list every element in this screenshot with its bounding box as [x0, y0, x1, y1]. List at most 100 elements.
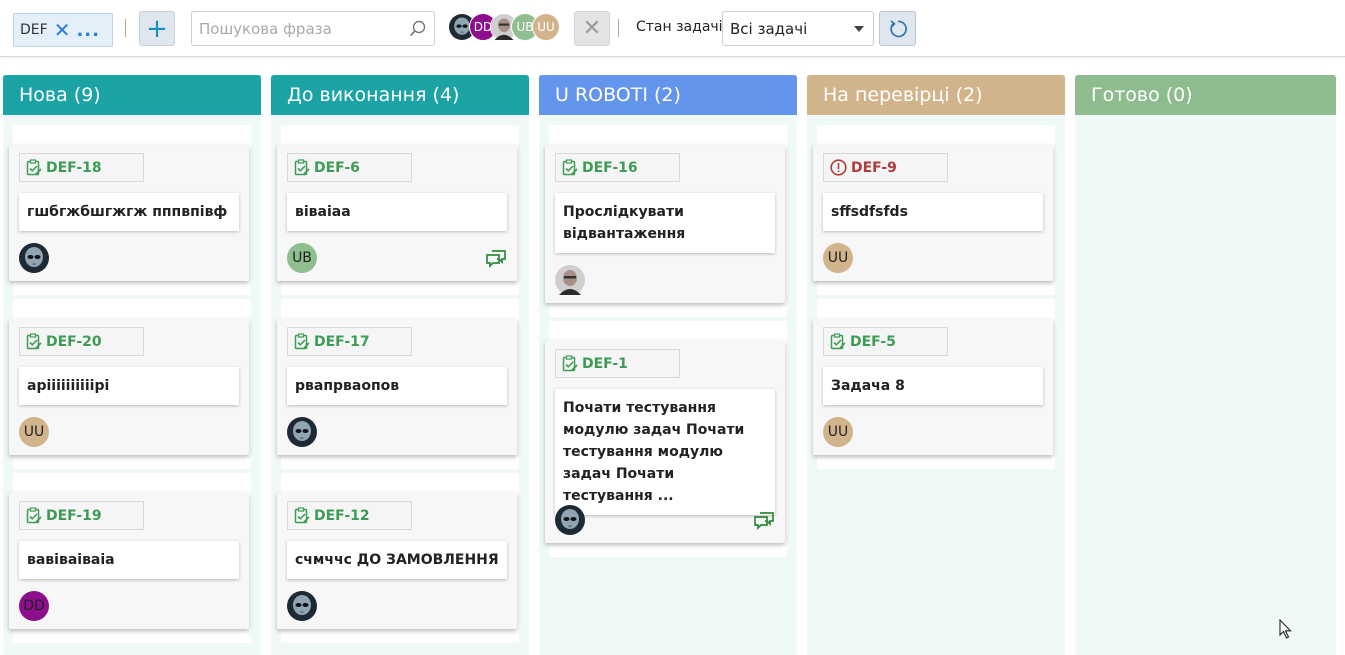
- task-title[interactable]: счмччс ДО ЗАМОВЛЕННЯ: [287, 541, 507, 579]
- refresh-icon: [889, 19, 907, 37]
- task-key[interactable]: DEF-6: [287, 153, 412, 182]
- task-card[interactable]: DEF-12 счмччс ДО ЗАМОВЛЕННЯ: [277, 493, 517, 629]
- task-title[interactable]: аріііііііііірі: [19, 367, 239, 405]
- task-key[interactable]: DEF-9: [823, 153, 948, 182]
- avatar-initials: UB: [292, 250, 312, 266]
- comments-icon[interactable]: [485, 249, 507, 269]
- board-column: Готово (0): [1075, 75, 1336, 655]
- task-key-label: DEF-6: [314, 159, 360, 176]
- task-key[interactable]: DEF-5: [823, 327, 948, 356]
- avatar[interactable]: [555, 265, 585, 295]
- task-card[interactable]: DEF-6 віваіаа UB: [277, 145, 517, 281]
- task-title[interactable]: рвапрваопов: [287, 367, 507, 405]
- search-box: [191, 11, 435, 46]
- task-key-label: DEF-5: [850, 333, 896, 350]
- refresh-button[interactable]: [879, 11, 916, 46]
- avatar-initials: DD: [23, 598, 45, 614]
- task-icon: [294, 333, 310, 350]
- task-icon: [26, 333, 42, 350]
- task-title[interactable]: Прослідкувати відвантаження: [555, 193, 775, 253]
- plus-icon: +: [146, 13, 168, 44]
- task-key-label: DEF-17: [314, 333, 370, 350]
- board-column: Нова (9) DEF-18 гшбгжбшгжгж пппвпівф DEF-20…: [3, 75, 261, 655]
- avatar-initials: UU: [23, 424, 45, 440]
- task-card[interactable]: DEF-18 гшбгжбшгжгж пппвпівф: [9, 145, 249, 281]
- task-key-label: DEF-16: [582, 159, 638, 176]
- task-title[interactable]: гшбгжбшгжгж пппвпівф: [19, 193, 239, 231]
- task-title[interactable]: Почати тестування модулю задач Почати те…: [555, 389, 775, 515]
- avatar[interactable]: [555, 505, 585, 535]
- task-title[interactable]: віваіаа: [287, 193, 507, 231]
- project-code: DEF: [20, 22, 48, 38]
- close-icon: ✕: [582, 16, 602, 41]
- mouse-cursor-icon: [1279, 619, 1292, 639]
- project-filter-chip[interactable]: DEF ✕ ...: [13, 13, 113, 47]
- add-task-button[interactable]: +: [139, 11, 175, 46]
- task-card[interactable]: DEF-19 вавіваіваіа DD: [9, 493, 249, 629]
- status-label: Стан задачі: [636, 19, 723, 35]
- divider: [618, 19, 619, 37]
- task-key-label: DEF-12: [314, 507, 370, 524]
- task-icon: [562, 355, 578, 372]
- task-card[interactable]: DEF-17 рвапрваопов: [277, 319, 517, 455]
- status-select-value: Всі задачі: [730, 19, 808, 38]
- task-key-label: DEF-1: [582, 355, 628, 372]
- task-key-label: DEF-20: [46, 333, 102, 350]
- comments-icon[interactable]: [753, 511, 775, 531]
- search-icon[interactable]: [408, 19, 428, 39]
- task-icon: [294, 159, 310, 176]
- task-card[interactable]: DEF-5 Задача 8 UU: [813, 319, 1053, 455]
- avatar[interactable]: [19, 243, 49, 273]
- avatar-initials: UU: [827, 250, 849, 266]
- avatar-initials: UU: [827, 424, 849, 440]
- task-key[interactable]: DEF-19: [19, 501, 144, 530]
- task-icon: [562, 159, 578, 176]
- task-key-label: DEF-18: [46, 159, 102, 176]
- column-header[interactable]: Готово (0): [1075, 75, 1336, 115]
- board-column: До виконання (4) DEF-6 віваіаа UB DEF-17 рвап…: [271, 75, 529, 655]
- alert-icon: [830, 159, 847, 176]
- avatar[interactable]: UB: [287, 243, 317, 273]
- status-select[interactable]: Всі задачі: [722, 11, 874, 46]
- task-key[interactable]: DEF-18: [19, 153, 144, 182]
- avatar[interactable]: UU: [823, 243, 853, 273]
- clear-filter-button[interactable]: ✕: [574, 11, 610, 46]
- column-header[interactable]: На перевірці (2): [807, 75, 1065, 115]
- task-key[interactable]: DEF-17: [287, 327, 412, 356]
- avatar[interactable]: DD: [19, 591, 49, 621]
- column-header[interactable]: Нова (9): [3, 75, 261, 115]
- more-projects[interactable]: ...: [76, 20, 100, 41]
- task-icon: [830, 333, 846, 350]
- task-icon: [26, 507, 42, 524]
- task-icon: [294, 507, 310, 524]
- divider: [125, 19, 126, 37]
- task-card[interactable]: DEF-1 Почати тестування модулю задач Поча…: [545, 341, 785, 543]
- column-header[interactable]: U ROBOTI (2): [539, 75, 797, 115]
- task-title[interactable]: sffsdfsfds: [823, 193, 1043, 231]
- task-title[interactable]: вавіваіваіа: [19, 541, 239, 579]
- board-column: На перевірці (2) DEF-9 sffsdfsfds UU DEF-5 За…: [807, 75, 1065, 655]
- task-key[interactable]: DEF-12: [287, 501, 412, 530]
- avatar-initials: UB: [516, 20, 534, 34]
- search-input[interactable]: [192, 12, 392, 45]
- avatar[interactable]: UU: [823, 417, 853, 447]
- task-card[interactable]: DEF-9 sffsdfsfds UU: [813, 145, 1053, 281]
- task-card[interactable]: DEF-16 Прослідкувати відвантаження: [545, 145, 785, 303]
- assignee-filter-avatars: DD UB UU: [448, 13, 568, 43]
- task-key[interactable]: DEF-1: [555, 349, 680, 378]
- board-column: U ROBOTI (2) DEF-16 Прослідкувати відванта…: [539, 75, 797, 655]
- column-header[interactable]: До виконання (4): [271, 75, 529, 115]
- avatar[interactable]: [287, 417, 317, 447]
- task-key[interactable]: DEF-16: [555, 153, 680, 182]
- close-icon[interactable]: ✕: [54, 20, 71, 40]
- task-card[interactable]: DEF-20 аріііііііііірі UU: [9, 319, 249, 455]
- assignee-filter-avatar[interactable]: UU: [532, 13, 560, 41]
- task-title[interactable]: Задача 8: [823, 367, 1043, 405]
- avatar-initials: UU: [537, 20, 555, 34]
- task-key-label: DEF-19: [46, 507, 102, 524]
- avatar[interactable]: UU: [19, 417, 49, 447]
- avatar[interactable]: [287, 591, 317, 621]
- task-icon: [26, 159, 42, 176]
- chevron-down-icon: [854, 26, 864, 32]
- task-key[interactable]: DEF-20: [19, 327, 144, 356]
